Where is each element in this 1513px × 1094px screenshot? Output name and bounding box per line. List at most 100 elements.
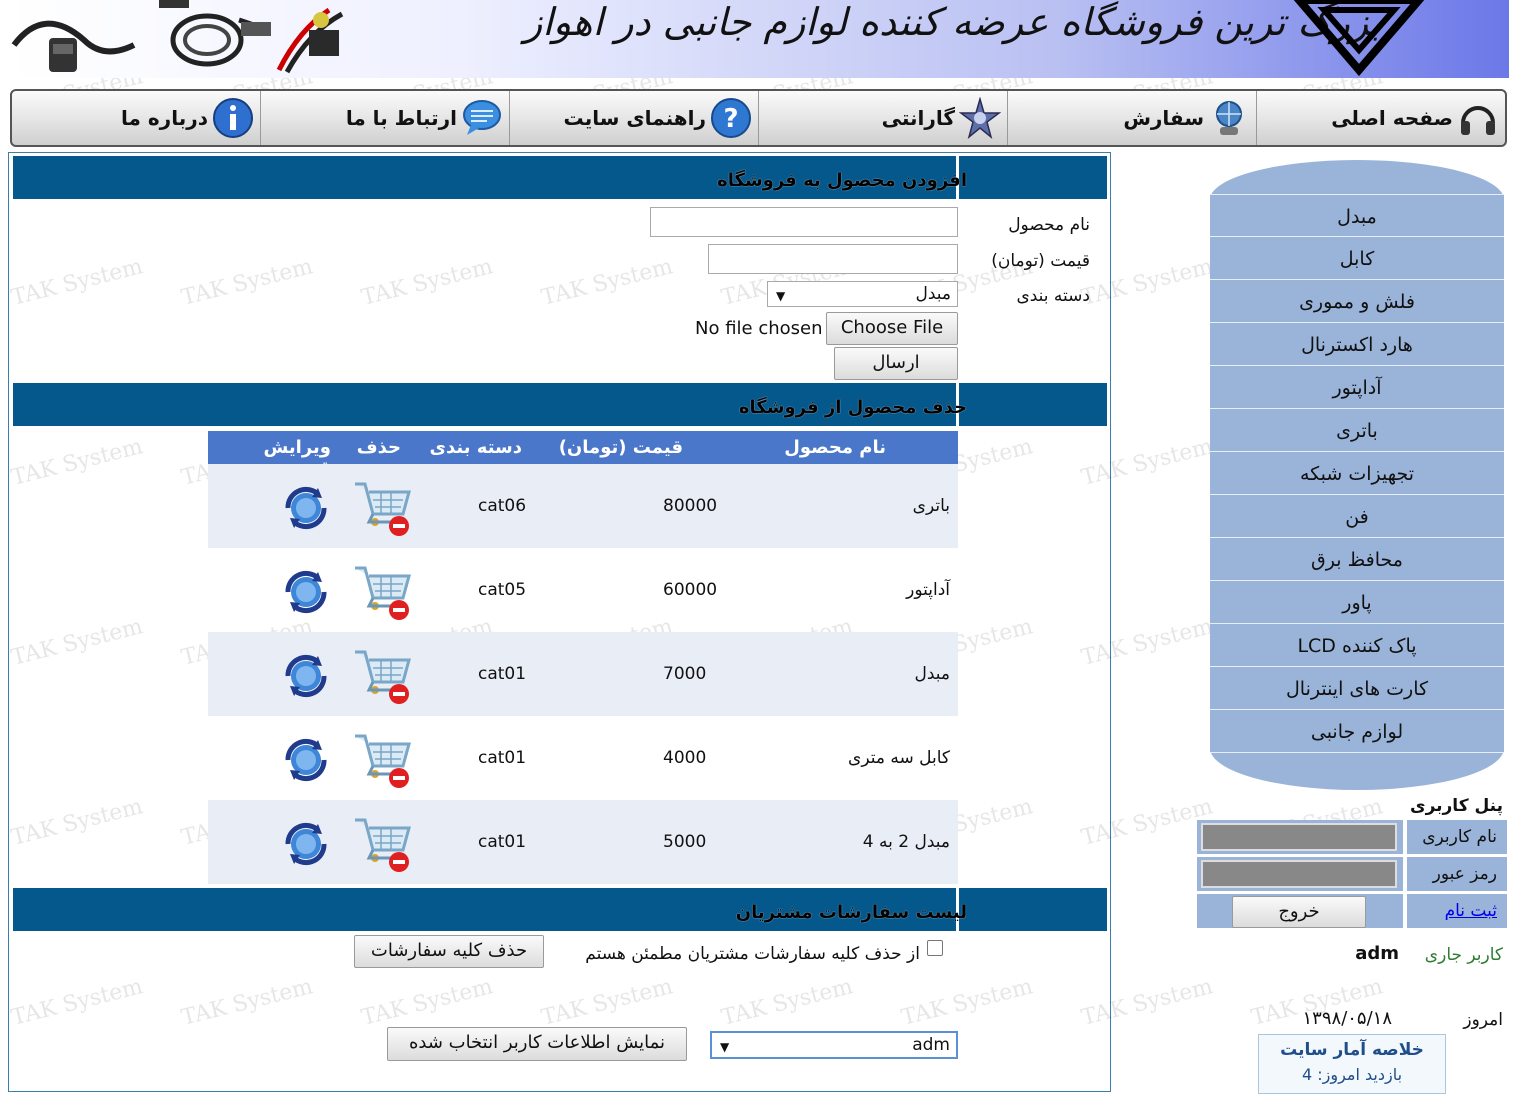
stats-title: خلاصه آمار سایت bbox=[1280, 1040, 1424, 1060]
banner-slogan: بزرگ ترین فروشگاه عرضه کننده لوازم جانبی… bbox=[524, 0, 1382, 44]
shop-logo-icon bbox=[1293, 0, 1425, 77]
col-category-header: دسته بندی bbox=[429, 437, 522, 458]
col-name-header: نام محصول bbox=[784, 437, 886, 458]
nav-contact[interactable]: ارتباط با ما bbox=[260, 91, 509, 145]
category-menu: مبدل کابل فلش و مموری هارد اکسترنال آداپتور ب… bbox=[1210, 160, 1504, 790]
product-price-cell: 7000 bbox=[663, 664, 707, 684]
today-label: امروز bbox=[1463, 1010, 1503, 1030]
current-user-value: adm bbox=[1355, 943, 1399, 964]
confirm-delete-label: از حذف کلیه سفارشات مشتریان مطمئن هستم bbox=[585, 944, 920, 964]
category-menu-item[interactable]: لوازم جانبی bbox=[1210, 710, 1504, 753]
product-category-cell: cat01 bbox=[478, 748, 527, 768]
product-category-cell: cat01 bbox=[478, 832, 527, 852]
delete-cart-icon[interactable] bbox=[351, 474, 413, 538]
nav-warranty[interactable]: گارانتی bbox=[758, 91, 1007, 145]
category-label: دسته بندی bbox=[1016, 286, 1090, 306]
product-price-cell: 5000 bbox=[663, 832, 707, 852]
edit-price-icon[interactable] bbox=[280, 734, 332, 786]
delete-all-orders-button[interactable]: حذف کلیه سفارشات bbox=[354, 935, 544, 968]
product-price-input[interactable] bbox=[708, 244, 958, 274]
products-table: نام محصول قیمت (تومان) دسته بندی حذف ویر… bbox=[208, 431, 958, 884]
star-badge-icon bbox=[959, 97, 1001, 139]
nav-guide[interactable]: ? راهنمای سایت bbox=[509, 91, 758, 145]
product-category-cell: cat01 bbox=[478, 664, 527, 684]
nav-home-label: صفحه اصلی bbox=[1331, 106, 1453, 130]
svg-text:?: ? bbox=[723, 104, 738, 134]
add-product-title: افزودن محصول به فروشگاه bbox=[717, 170, 967, 191]
confirm-delete-checkbox[interactable] bbox=[927, 940, 943, 956]
product-category-cell: cat05 bbox=[478, 580, 527, 600]
visits-today: بازدید امروز: 4 bbox=[1301, 1065, 1403, 1084]
main-navbar: صفحه اصلی سفارش گارانتی ? راهنمای سایت ا… bbox=[10, 89, 1507, 147]
category-menu-item[interactable]: آداپتور bbox=[1210, 366, 1504, 409]
username-label: نام کاربری bbox=[1407, 820, 1507, 854]
delete-cart-icon[interactable] bbox=[351, 558, 413, 622]
edit-price-icon[interactable] bbox=[280, 482, 332, 534]
logout-button[interactable]: خروج bbox=[1232, 896, 1366, 928]
username-row: نام کاربری bbox=[1197, 820, 1507, 856]
table-row: کابل سه متری 4000 cat01 bbox=[208, 716, 958, 800]
nav-warranty-label: گارانتی bbox=[881, 106, 955, 130]
col-delete-header: حذف bbox=[356, 437, 401, 458]
table-row: آداپتور 60000 cat05 bbox=[208, 548, 958, 632]
category-menu-item[interactable]: فن bbox=[1210, 495, 1504, 538]
user-select-value: adm bbox=[912, 1035, 950, 1055]
password-label: رمز عبور bbox=[1407, 857, 1507, 891]
category-menu-item[interactable]: پاور bbox=[1210, 581, 1504, 624]
product-price-cell: 80000 bbox=[663, 496, 718, 516]
nav-guide-label: راهنمای سایت bbox=[563, 106, 706, 130]
category-menu-item[interactable]: محافظ برق bbox=[1210, 538, 1504, 581]
product-name-cell: آداپتور bbox=[906, 580, 950, 600]
help-question-icon: ? bbox=[711, 98, 751, 138]
nav-order[interactable]: سفارش bbox=[1007, 91, 1256, 145]
category-menu-item[interactable]: کارت های اینترنال bbox=[1210, 667, 1504, 710]
category-select[interactable]: مبدل ▼ bbox=[767, 281, 958, 307]
table-row: مبدل 2 به 4 5000 cat01 bbox=[208, 800, 958, 884]
category-menu-item[interactable]: هارد اکسترنال bbox=[1210, 323, 1504, 366]
category-menu-item[interactable]: تجهیزات شبکه bbox=[1210, 452, 1504, 495]
submit-product-button[interactable]: ارسال bbox=[834, 347, 958, 380]
edit-price-icon[interactable] bbox=[280, 818, 332, 870]
product-price-cell: 4000 bbox=[663, 748, 707, 768]
nav-contact-label: ارتباط با ما bbox=[345, 106, 457, 130]
delete-cart-icon[interactable] bbox=[351, 810, 413, 874]
category-menu-item[interactable]: مبدل bbox=[1210, 194, 1504, 237]
file-status-text: No file chosen bbox=[695, 318, 823, 339]
product-name-input[interactable] bbox=[650, 207, 958, 237]
add-product-header: افزودن محصول به فروشگاه bbox=[13, 156, 1107, 202]
category-menu-item[interactable]: پاک کننده LCD bbox=[1210, 624, 1504, 667]
edit-price-icon[interactable] bbox=[280, 566, 332, 618]
orders-header: لیست سفارشات مشتریان bbox=[13, 888, 1107, 934]
password-input[interactable] bbox=[1201, 860, 1397, 888]
product-name-label: نام محصول bbox=[1008, 215, 1090, 235]
user-panel-title: پنل کاربری bbox=[1409, 796, 1503, 816]
dropdown-arrow-icon: ▼ bbox=[776, 289, 786, 303]
nav-about[interactable]: درباره ما bbox=[11, 91, 260, 145]
delete-cart-icon[interactable] bbox=[351, 642, 413, 706]
user-select[interactable]: adm ▼ bbox=[710, 1031, 958, 1059]
site-banner: بزرگ ترین فروشگاه عرضه کننده لوازم جانبی… bbox=[9, 0, 1509, 78]
chat-bubble-icon bbox=[463, 100, 501, 135]
nav-home[interactable]: صفحه اصلی bbox=[1256, 91, 1505, 145]
edit-price-icon[interactable] bbox=[280, 650, 332, 702]
category-menu-item[interactable]: باتری bbox=[1210, 409, 1504, 452]
headphones-icon bbox=[1461, 106, 1495, 135]
info-icon bbox=[213, 98, 253, 138]
nav-order-label: سفارش bbox=[1123, 106, 1204, 130]
nav-about-label: درباره ما bbox=[121, 106, 208, 130]
cables-illustration-icon bbox=[11, 0, 344, 74]
username-input[interactable] bbox=[1201, 823, 1397, 851]
category-selected-value: مبدل bbox=[915, 284, 951, 304]
current-user-label: کاربر جاری bbox=[1424, 945, 1503, 965]
table-row: مبدل 7000 cat01 bbox=[208, 632, 958, 716]
show-user-info-button[interactable]: نمایش اطلاعات کاربر انتخاب شده bbox=[387, 1027, 687, 1061]
delete-cart-icon[interactable] bbox=[351, 726, 413, 790]
orders-title: لیست سفارشات مشتریان bbox=[735, 902, 967, 923]
register-link[interactable]: ثبت نام bbox=[1445, 901, 1497, 921]
choose-file-button[interactable]: Choose File bbox=[826, 312, 958, 345]
category-menu-item[interactable]: فلش و مموری bbox=[1210, 280, 1504, 323]
category-menu-item[interactable]: کابل bbox=[1210, 237, 1504, 280]
product-name-cell: مبدل 2 به 4 bbox=[862, 832, 950, 852]
product-price-label: قیمت (تومان) bbox=[991, 251, 1090, 271]
products-table-body: باتری 80000 cat06 آداپتور 60000 cat05 مبدل 7000… bbox=[208, 464, 958, 884]
